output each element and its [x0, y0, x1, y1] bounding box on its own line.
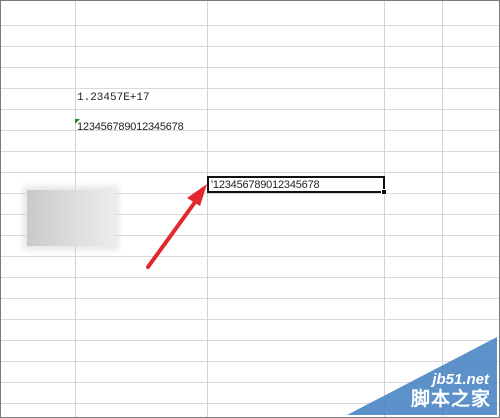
watermark: jb51.net 脚本之家 — [347, 337, 497, 415]
spreadsheet-screenshot: 1.23457E+17 123456789012345678 '12345678… — [0, 0, 500, 418]
arrow-head — [187, 184, 207, 206]
watermark-name: 脚本之家 — [410, 388, 491, 410]
arrow-shaft — [146, 196, 200, 269]
